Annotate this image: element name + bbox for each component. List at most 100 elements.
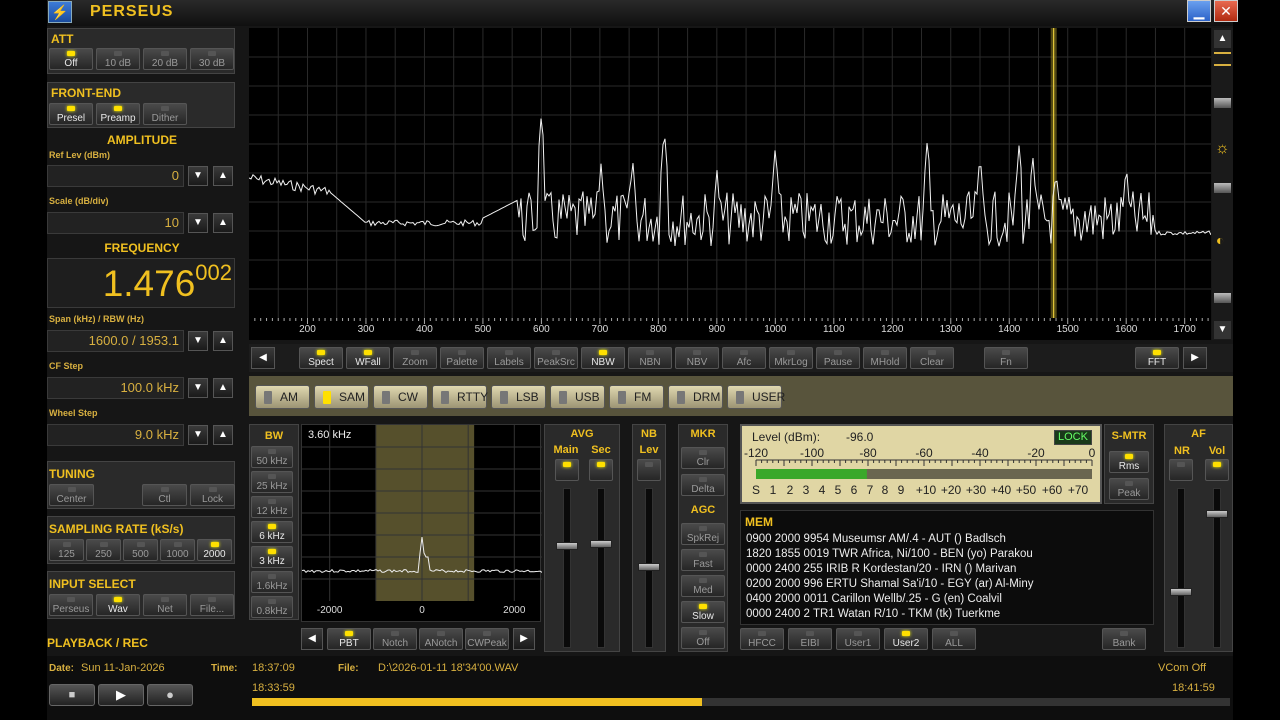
mem-entry[interactable]: 1820 1855 0019 TWR Africa, Ni/100 - BEN … (746, 547, 1151, 562)
wheel-step-down-button[interactable]: ▼ (188, 425, 208, 445)
sampling-250-button[interactable]: 250 (86, 539, 121, 561)
bw-12-khz-button[interactable]: 12 kHz (251, 496, 293, 518)
toolbar-wfall-button[interactable]: WFall (346, 347, 390, 369)
front-end-presel-button[interactable]: Presel (49, 103, 93, 125)
ref-level-up-button[interactable]: ▲ (213, 166, 233, 186)
avg-sec-fader[interactable] (590, 540, 612, 548)
input-wav-button[interactable]: Wav (96, 594, 140, 616)
toolbar-spect-button[interactable]: Spect (299, 347, 343, 369)
filter-cwpeak-button[interactable]: CWPeak (465, 628, 509, 650)
scale-down-button[interactable]: ▼ (188, 213, 208, 233)
span-up-button[interactable]: ▲ (213, 331, 233, 351)
mode-rtty-button[interactable]: RTTY (432, 385, 488, 409)
perseus-app-icon[interactable]: ⚡ (48, 1, 72, 23)
mode-lsb-button[interactable]: LSB (491, 385, 546, 409)
mkr-delta-button[interactable]: Delta (681, 474, 725, 496)
scroll-up-icon[interactable]: ▲ (1214, 30, 1231, 48)
mem-entry[interactable]: 0000 2400 2 TR1 Watan R/10 - TKM (tk) Tu… (746, 607, 1151, 622)
cf-step-value[interactable]: 100.0 kHz (47, 377, 184, 399)
bw-50-khz-button[interactable]: 50 kHz (251, 446, 293, 468)
mem-all-button[interactable]: ALL (932, 628, 976, 650)
avg-main-button[interactable] (555, 459, 579, 481)
toolbar-peaksrc-button[interactable]: PeakSrc (534, 347, 578, 369)
wheel-step-value[interactable]: 9.0 kHz (47, 424, 184, 446)
playback-progress[interactable] (252, 698, 1230, 706)
toolbar-afc-button[interactable]: Afc (722, 347, 766, 369)
mem-hfcc-button[interactable]: HFCC (740, 628, 784, 650)
frequency-display[interactable]: 1.476002 (47, 258, 235, 308)
mem-user1-button[interactable]: User1 (836, 628, 880, 650)
mode-user-button[interactable]: USER (727, 385, 785, 409)
level-slider[interactable] (1214, 293, 1231, 303)
cf-step-up-button[interactable]: ▲ (213, 378, 233, 398)
filter-right-arrow[interactable]: ▶ (513, 628, 535, 650)
filter-left-arrow[interactable]: ◀ (301, 628, 323, 650)
toolbar-right-arrow[interactable]: ▶ (1183, 347, 1207, 369)
af-vol-button[interactable] (1205, 459, 1229, 481)
ref-level-down-button[interactable]: ▼ (188, 166, 208, 186)
filter-display[interactable]: 3.60 kHz -2000 0 2000 (301, 424, 542, 622)
sampling-2000-button[interactable]: 2000 (197, 539, 232, 561)
front-end-preamp-button[interactable]: Preamp (96, 103, 140, 125)
toolbar-clear-button[interactable]: Clear (910, 347, 954, 369)
toolbar-nbn-button[interactable]: NBN (628, 347, 672, 369)
avg-main-fader[interactable] (556, 542, 578, 550)
minimize-icon[interactable]: ▁ (1187, 0, 1211, 22)
avg-sec-button[interactable] (589, 459, 613, 481)
nb-fader[interactable] (638, 563, 660, 571)
sampling-1000-button[interactable]: 1000 (160, 539, 195, 561)
agc-off-button[interactable]: Off (681, 627, 725, 649)
mem-user2-button[interactable]: User2 (884, 628, 928, 650)
agc-spkrej-button[interactable]: SpkRej (681, 523, 725, 545)
scale-value[interactable]: 10 (47, 212, 184, 234)
bw-1-6khz-button[interactable]: 1.6kHz (251, 571, 293, 593)
front-end-dither-button[interactable]: Dither (143, 103, 187, 125)
mem-bank-button[interactable]: Bank (1102, 628, 1146, 650)
input-file-button[interactable]: File... (190, 594, 234, 616)
brightness-slider[interactable] (1214, 183, 1231, 193)
toolbar-mkrlog-button[interactable]: MkrLog (769, 347, 813, 369)
mem-entry[interactable]: 0900 2000 9954 Museumsr AM/.4 - AUT () B… (746, 532, 1151, 547)
bw-0-8khz-button[interactable]: 0.8kHz (251, 596, 293, 618)
wheel-step-up-button[interactable]: ▲ (213, 425, 233, 445)
mem-entry[interactable]: 0400 2000 0011 Carillon Wellb/.25 - G (e… (746, 592, 1151, 607)
agc-slow-button[interactable]: Slow (681, 601, 725, 623)
bw-25-khz-button[interactable]: 25 kHz (251, 471, 293, 493)
mkr-clr-button[interactable]: Clr (681, 447, 725, 469)
agc-fast-button[interactable]: Fast (681, 549, 725, 571)
mode-sam-button[interactable]: SAM (314, 385, 369, 409)
toolbar-nbv-button[interactable]: NBV (675, 347, 719, 369)
mem-entry[interactable]: 0200 2000 996 ERTU Shamal Sa'i/10 - EGY … (746, 577, 1151, 592)
toolbar-nbw-button[interactable]: NBW (581, 347, 625, 369)
filter-pbt-button[interactable]: PBT (327, 628, 371, 650)
tuning-ctl-button[interactable]: Ctl (142, 484, 187, 506)
toolbar-palette-button[interactable]: Palette (440, 347, 484, 369)
scale-lines-icon[interactable] (1214, 52, 1231, 66)
toolbar-pause-button[interactable]: Pause (816, 347, 860, 369)
mode-am-button[interactable]: AM (255, 385, 310, 409)
af-nr-fader[interactable] (1170, 588, 1192, 596)
scroll-down-icon[interactable]: ▼ (1214, 321, 1231, 339)
att-off-button[interactable]: Off (49, 48, 93, 70)
ref-level-value[interactable]: 0 (47, 165, 184, 187)
span-down-button[interactable]: ▼ (188, 331, 208, 351)
att-20-db-button[interactable]: 20 dB (143, 48, 187, 70)
toolbar-labels-button[interactable]: Labels (487, 347, 531, 369)
input-perseus-button[interactable]: Perseus (49, 594, 93, 616)
span-value[interactable]: 1600.0 / 1953.1 (47, 330, 184, 352)
mode-drm-button[interactable]: DRM (668, 385, 723, 409)
nb-button[interactable] (637, 459, 661, 481)
mode-usb-button[interactable]: USB (550, 385, 605, 409)
spectrum-display[interactable]: 200 300 400 500 600 700 800 900 1000 1100 1200 1300… (249, 28, 1211, 340)
tuning-lock-button[interactable]: Lock (190, 484, 235, 506)
toolbar-mhold-button[interactable]: MHold (863, 347, 907, 369)
filter-notch-button[interactable]: Notch (373, 628, 417, 650)
att-30-db-button[interactable]: 30 dB (190, 48, 234, 70)
smtr-rms-button[interactable]: Rms (1109, 451, 1149, 473)
toolbar-fn-button[interactable]: Fn (984, 347, 1028, 369)
af-vol-fader[interactable] (1206, 510, 1228, 518)
cf-step-down-button[interactable]: ▼ (188, 378, 208, 398)
toolbar-fft-button[interactable]: FFT (1135, 347, 1179, 369)
filter-anotch-button[interactable]: ANotch (419, 628, 463, 650)
scale-up-button[interactable]: ▲ (213, 213, 233, 233)
